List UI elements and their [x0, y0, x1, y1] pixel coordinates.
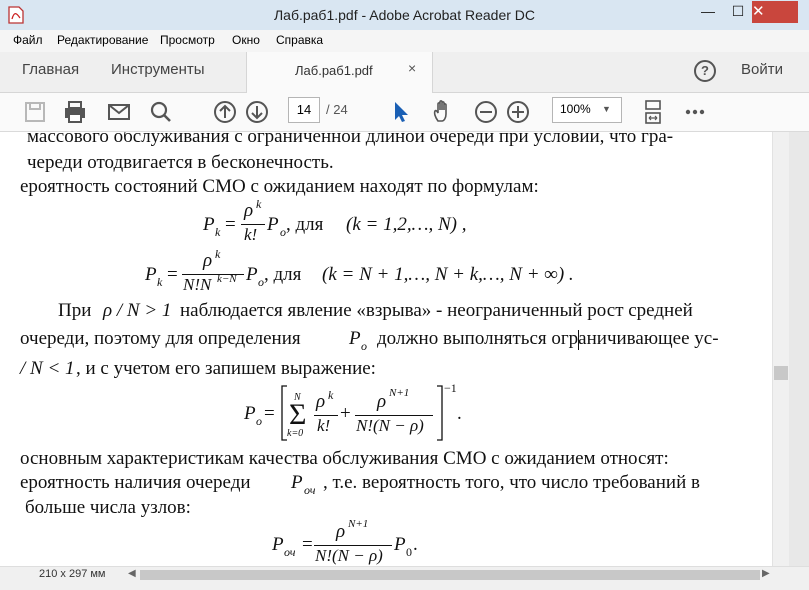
more-tools-icon[interactable] — [682, 99, 708, 125]
menu-help[interactable]: Справка — [276, 33, 323, 47]
scroll-right-icon[interactable]: ▶ — [762, 568, 770, 579]
zoom-level-value: 100% — [560, 102, 591, 116]
menu-file[interactable]: Файл — [13, 33, 43, 47]
right-bracket — [437, 385, 443, 441]
help-icon[interactable]: ? — [694, 60, 716, 82]
minimize-button[interactable]: — — [694, 0, 722, 22]
tab-tools[interactable]: Инструменты — [111, 61, 205, 78]
hand-tool-icon[interactable] — [430, 99, 456, 125]
doc-text: наблюдается явление «взрыва» - неогранич… — [180, 300, 693, 321]
doc-text: очереди, поэтому для определения — [20, 328, 301, 349]
menu-view[interactable]: Просмотр — [160, 33, 215, 47]
window-title: Лаб.раб1.pdf - Adobe Acrobat Reader DC — [273, 7, 536, 23]
page-size-label: 210 x 297 мм — [39, 568, 106, 580]
doc-text: ероятность наличия очереди — [20, 472, 251, 493]
doc-line: ероятность состояний СМО с ожиданием нах… — [20, 176, 539, 197]
maximize-button[interactable]: ☐ — [724, 0, 752, 22]
zoom-out-icon[interactable] — [473, 99, 499, 125]
doc-text: должно выполняться ограничивающее ус- — [377, 328, 719, 349]
horizontal-scroll-thumb[interactable] — [140, 570, 760, 580]
doc-math: P — [349, 328, 361, 349]
chevron-down-icon: ▼ — [602, 104, 611, 114]
save-icon[interactable] — [22, 99, 48, 125]
right-pane-strip — [789, 132, 809, 566]
vertical-scroll-thumb[interactable] — [774, 366, 788, 380]
document-view[interactable]: массового обслуживания с ограниченной дл… — [0, 132, 772, 566]
menu-window[interactable]: Окно — [232, 33, 260, 47]
doc-text: При — [58, 300, 92, 321]
doc-text: , т.е. вероятность того, что число требо… — [323, 472, 700, 493]
select-tool-icon[interactable] — [388, 99, 414, 125]
scroll-left-icon[interactable]: ◀ — [128, 568, 136, 579]
doc-math: o — [361, 339, 367, 353]
menu-edit[interactable]: Редактирование — [57, 33, 148, 47]
page-total: / 24 — [326, 102, 348, 117]
zoom-in-icon[interactable] — [505, 99, 531, 125]
doc-line: массового обслуживания с ограниченной дл… — [27, 132, 674, 147]
close-tab-icon[interactable]: × — [408, 60, 416, 76]
close-window-button[interactable]: ✕ — [752, 1, 798, 23]
page-number-input[interactable]: 14 — [288, 97, 320, 123]
email-icon[interactable] — [106, 99, 132, 125]
print-icon[interactable] — [62, 99, 88, 125]
doc-text: , и с учетом его запишем выражение: — [76, 358, 376, 379]
doc-line: больше числа узлов: — [25, 497, 191, 518]
vertical-scrollbar[interactable] — [772, 132, 790, 566]
doc-math: ρ / N > 1 — [103, 300, 172, 321]
previous-page-icon[interactable] — [212, 99, 238, 125]
page-fit-icon[interactable] — [640, 99, 666, 125]
doc-math: оч — [304, 483, 316, 497]
doc-line: череди отодвигается в бесконечность. — [27, 152, 334, 173]
search-icon[interactable] — [148, 99, 174, 125]
doc-math: / N < 1 — [20, 358, 75, 379]
tab-home[interactable]: Главная — [22, 61, 79, 78]
text-cursor — [578, 330, 579, 350]
document-tab-label: Лаб.раб1.pdf — [295, 63, 373, 78]
next-page-icon[interactable] — [244, 99, 270, 125]
sign-in-button[interactable]: Войти — [741, 61, 783, 78]
doc-math: P — [291, 472, 303, 493]
doc-line: основным характеристикам качества обслуж… — [20, 448, 669, 469]
